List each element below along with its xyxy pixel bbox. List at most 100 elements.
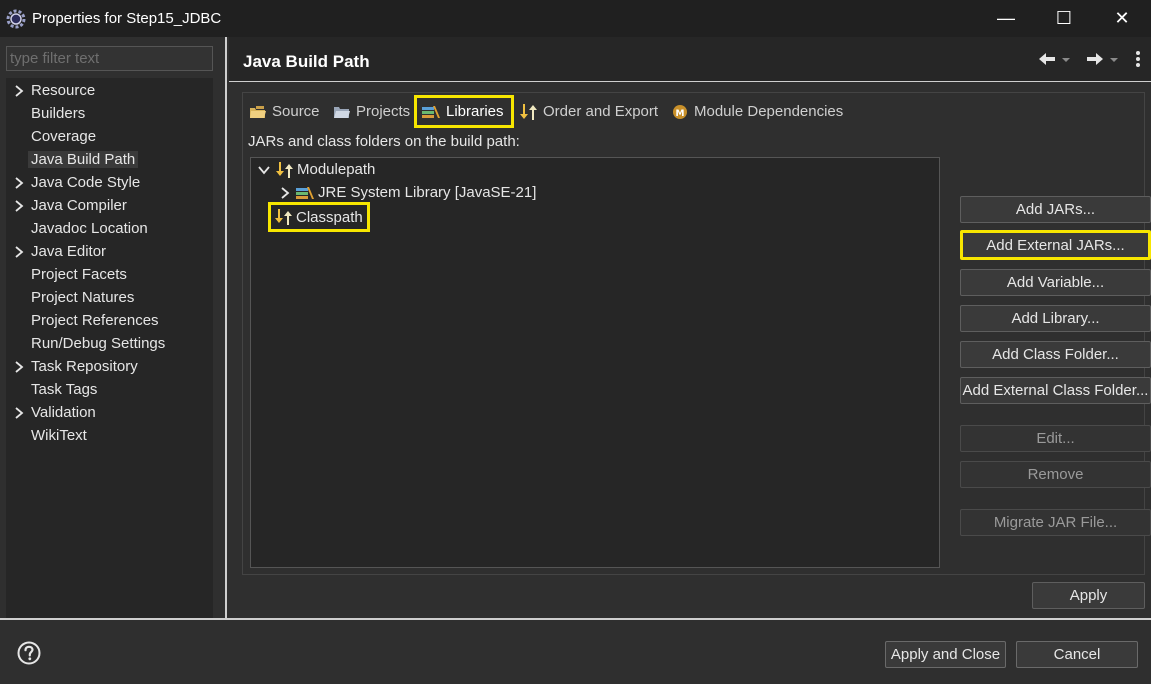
add-library-button[interactable]: Add Library... [960, 305, 1151, 332]
tab-libraries[interactable]: Libraries [414, 95, 514, 128]
tree-node-classpath[interactable]: Classpath [268, 202, 370, 232]
title-bar: Properties for Step15_JDBC — ☐ ✕ [0, 0, 1151, 37]
property-pages-tree: Resource Builders Coverage Java Build Path J… [6, 78, 213, 618]
right-panel: Java Build Path Source Projects Librarie… [229, 37, 1151, 618]
nav-item-run-debug-settings[interactable]: Run/Debug Settings [6, 332, 213, 355]
nav-item-task-tags[interactable]: Task Tags [6, 378, 213, 401]
more-menu-icon[interactable] [1135, 49, 1141, 69]
add-variable-button[interactable]: Add Variable... [960, 269, 1151, 296]
apply-button[interactable]: Apply [1032, 582, 1145, 609]
nav-item-javadoc-location[interactable]: Javadoc Location [6, 217, 213, 240]
nav-item-expander[interactable] [6, 176, 31, 190]
nav-item-label: Java Editor [31, 243, 107, 260]
nav-item-label: Project References [31, 312, 159, 329]
add-jars-button[interactable]: Add JARs... [960, 196, 1151, 223]
apply-and-close-button[interactable]: Apply and Close [885, 641, 1006, 668]
close-icon: ✕ [1114, 8, 1130, 28]
nav-item-project-references[interactable]: Project References [6, 309, 213, 332]
chevron-right-icon[interactable] [13, 245, 25, 259]
tab-label: Source [272, 103, 320, 120]
nav-item-label: Builders [31, 105, 86, 122]
nav-item-label: Java Build Path [28, 151, 139, 168]
eclipse-gear-icon [6, 9, 26, 28]
nav-item-wikitext[interactable]: WikiText [6, 424, 213, 447]
tab-module-dependencies[interactable]: M Module Dependencies [671, 98, 843, 125]
tab-source[interactable]: Source [249, 98, 320, 125]
maximize-button[interactable]: ☐ [1035, 0, 1093, 37]
nav-item-expander[interactable] [6, 84, 31, 98]
nav-item-expander[interactable] [6, 360, 31, 374]
chevron-right-icon[interactable] [13, 176, 25, 190]
tree-node-jre-library[interactable]: JRE System Library [JavaSE-21] [278, 181, 536, 204]
nav-item-label: Java Compiler [31, 197, 127, 214]
classpath-icon [275, 209, 292, 225]
tab-folder: Source Projects Libraries Order and Expo… [242, 92, 1151, 575]
forward-arrow-icon[interactable] [1085, 49, 1105, 69]
nav-item-task-repository[interactable]: Task Repository [6, 355, 213, 378]
cancel-button[interactable]: Cancel [1016, 641, 1138, 668]
nav-item-java-editor[interactable]: Java Editor [6, 240, 213, 263]
tree-node-modulepath[interactable]: Modulepath [257, 158, 375, 181]
nav-item-label: Java Code Style [31, 174, 141, 191]
libraries-tree[interactable]: Modulepath JRE System Library [JavaSE-21… [250, 157, 940, 568]
back-dropdown-icon[interactable] [1061, 49, 1071, 69]
nav-item-label: Javadoc Location [31, 220, 148, 237]
nav-item-label: Task Tags [31, 381, 98, 398]
nav-item-coverage[interactable]: Coverage [6, 125, 213, 148]
nav-item-label: Task Repository [31, 358, 138, 375]
nav-item-java-build-path[interactable]: Java Build Path [6, 148, 213, 171]
nav-item-expander[interactable] [6, 245, 31, 259]
tab-label: Module Dependencies [694, 103, 844, 120]
jre-library-icon [296, 186, 314, 199]
back-arrow-icon[interactable] [1037, 49, 1057, 69]
nav-item-label: Validation [31, 404, 96, 421]
nav-item-validation[interactable]: Validation [6, 401, 213, 424]
page-header: Java Build Path [229, 37, 1151, 82]
forward-dropdown-icon[interactable] [1109, 49, 1119, 69]
chevron-right-icon[interactable] [13, 84, 25, 98]
add-class-folder-button[interactable]: Add Class Folder... [960, 341, 1151, 368]
maximize-icon: ☐ [1055, 8, 1073, 28]
add-external-class-folder-button[interactable]: Add External Class Folder... [960, 377, 1151, 404]
filter-input[interactable] [6, 46, 213, 71]
edit-button[interactable]: Edit... [960, 425, 1151, 452]
minimize-icon: — [997, 8, 1015, 28]
tab-label: Libraries [446, 103, 504, 120]
add-external-jars-button[interactable]: Add External JARs... [960, 230, 1151, 260]
chevron-right-icon[interactable] [13, 360, 25, 374]
tab-label: Projects [356, 103, 411, 120]
libraries-icon [422, 105, 440, 118]
tree-node-label: Classpath [296, 208, 363, 226]
chevron-right-icon[interactable] [13, 199, 25, 213]
chevron-down-icon[interactable] [257, 163, 271, 177]
chevron-right-icon[interactable] [13, 406, 25, 420]
module-icon: M [673, 104, 687, 119]
nav-item-project-facets[interactable]: Project Facets [6, 263, 213, 286]
nav-item-label: WikiText [31, 427, 87, 444]
build-path-description: JARs and class folders on the build path… [248, 133, 520, 150]
chevron-right-icon[interactable] [278, 186, 292, 200]
tab-order-and-export[interactable]: Order and Export [518, 98, 658, 125]
source-folder-icon [250, 105, 266, 118]
nav-item-expander[interactable] [6, 199, 31, 213]
nav-item-builders[interactable]: Builders [6, 102, 213, 125]
order-export-icon [520, 103, 537, 120]
nav-item-label: Resource [31, 82, 96, 99]
tab-label: Order and Export [543, 103, 659, 120]
nav-item-label: Project Natures [31, 289, 135, 306]
help-icon[interactable] [17, 641, 41, 665]
migrate-jar-button[interactable]: Migrate JAR File... [960, 509, 1151, 536]
nav-item-resource[interactable]: Resource [6, 79, 213, 102]
nav-item-project-natures[interactable]: Project Natures [6, 286, 213, 309]
nav-item-expander[interactable] [6, 406, 31, 420]
window-title: Properties for Step15_JDBC [32, 10, 222, 27]
remove-button[interactable]: Remove [960, 461, 1151, 488]
close-button[interactable]: ✕ [1093, 0, 1151, 37]
modulepath-icon [276, 161, 293, 178]
tab-projects[interactable]: Projects [333, 98, 410, 125]
nav-item-label: Run/Debug Settings [31, 335, 166, 352]
nav-item-label: Coverage [31, 128, 97, 145]
nav-item-java-code-style[interactable]: Java Code Style [6, 171, 213, 194]
nav-item-java-compiler[interactable]: Java Compiler [6, 194, 213, 217]
minimize-button[interactable]: — [977, 0, 1035, 37]
